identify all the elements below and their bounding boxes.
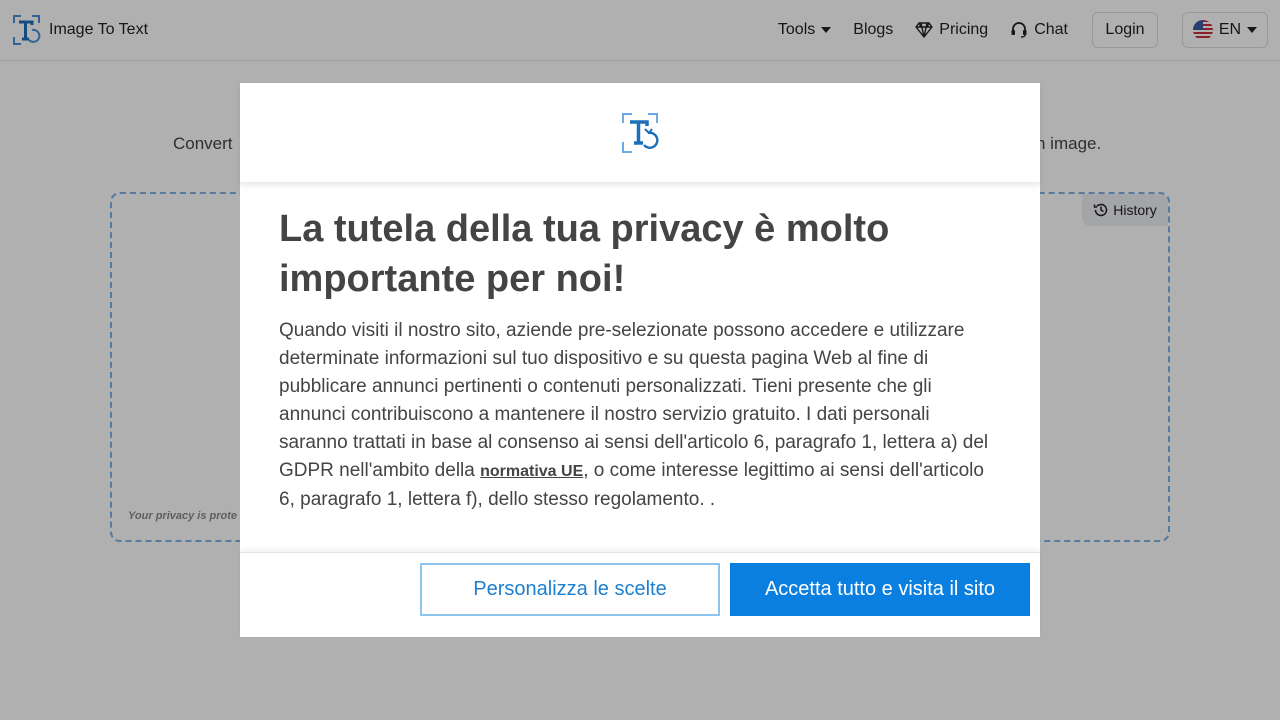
dialog-footer: Personalizza le scelte Accetta tutto e v… bbox=[240, 552, 1040, 637]
accept-all-button[interactable]: Accetta tutto e visita il sito bbox=[730, 563, 1030, 616]
brand-logo-icon bbox=[622, 112, 659, 153]
eu-regulation-link[interactable]: normativa UE bbox=[480, 463, 583, 480]
dialog-header bbox=[240, 83, 1040, 183]
customize-choices-button[interactable]: Personalizza le scelte bbox=[420, 563, 720, 616]
dialog-text: Quando visiti il nostro sito, aziende pr… bbox=[279, 317, 1001, 514]
consent-dialog: La tutela della tua privacy è molto impo… bbox=[240, 83, 1040, 637]
dialog-title: La tutela della tua privacy è molto impo… bbox=[279, 208, 890, 300]
dialog-text-part1: Quando visiti il nostro sito, aziende pr… bbox=[279, 320, 989, 481]
